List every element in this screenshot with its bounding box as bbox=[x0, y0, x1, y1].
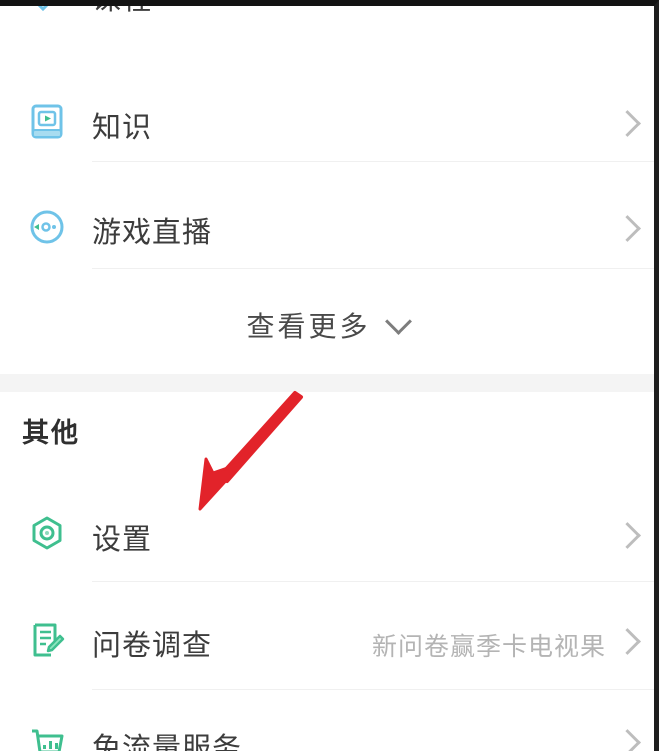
list-item-settings[interactable]: 设置 bbox=[0, 498, 654, 570]
chevron-right-icon[interactable] bbox=[614, 729, 641, 751]
green-document-pencil-icon bbox=[22, 615, 72, 665]
green-cart-chart-icon bbox=[22, 719, 72, 751]
list-item-survey[interactable]: 问卷调查 新问卷赢季卡电视果 bbox=[0, 606, 654, 674]
chevron-right-icon[interactable] bbox=[614, 110, 641, 137]
list-item-cropped-top[interactable]: 课程 bbox=[0, 0, 654, 16]
view-more-button[interactable]: 查看更多 bbox=[0, 304, 654, 346]
list-item-subtitle: 新问卷赢季卡电视果 bbox=[371, 633, 606, 661]
blue-book-play-icon bbox=[22, 97, 72, 147]
chevron-right-icon[interactable] bbox=[614, 522, 641, 549]
row-divider bbox=[92, 581, 654, 582]
section-separator-band bbox=[0, 374, 654, 392]
chevron-right-icon[interactable] bbox=[614, 215, 641, 242]
list-item-game-live[interactable]: 游戏直播 bbox=[0, 191, 654, 263]
list-item-label: 游戏直播 bbox=[92, 217, 213, 249]
row-divider bbox=[92, 689, 654, 690]
blue-rocket-icon bbox=[22, 6, 72, 22]
row-divider bbox=[92, 268, 654, 269]
list-item-label: 知识 bbox=[92, 112, 153, 144]
blue-gamepad-circle-icon bbox=[22, 202, 72, 252]
list-item-label: 课程 bbox=[92, 0, 153, 16]
row-divider bbox=[92, 161, 654, 162]
chevron-down-icon bbox=[384, 308, 412, 335]
chevron-right-icon[interactable] bbox=[614, 628, 641, 655]
green-hexagon-gear-icon bbox=[22, 509, 72, 559]
phone-screenshot: 课程 知识 游戏直播 查看更多 其他 设置 问卷调查 新问卷赢季卡电视果 免流量… bbox=[0, 0, 659, 751]
list-item-knowledge[interactable]: 知识 bbox=[0, 86, 654, 158]
list-item-label: 设置 bbox=[92, 524, 153, 556]
section-header-other: 其他 bbox=[22, 418, 80, 448]
list-item-label: 问卷调查 bbox=[92, 630, 213, 662]
list-item-label: 免流量服务 bbox=[92, 733, 243, 751]
list-item-free-data-service[interactable]: 免流量服务 bbox=[0, 711, 654, 751]
view-more-label: 查看更多 bbox=[246, 311, 371, 342]
